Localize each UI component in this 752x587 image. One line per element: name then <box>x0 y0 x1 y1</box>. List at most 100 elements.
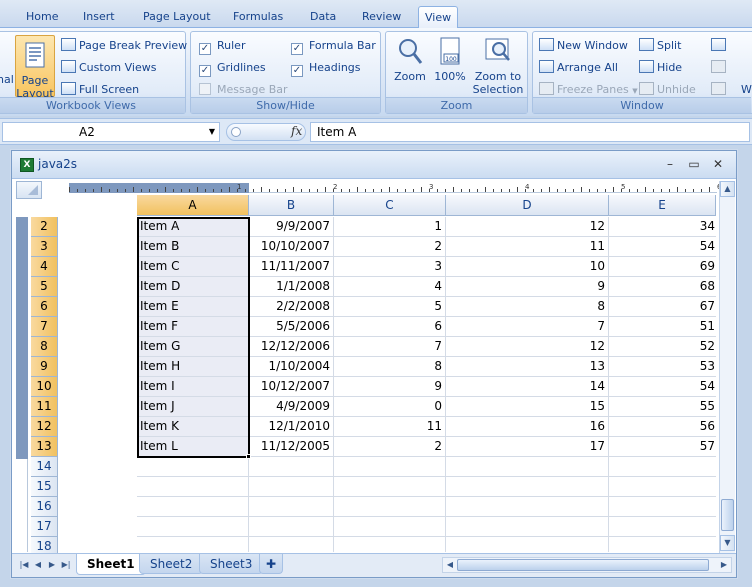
cell-b16[interactable] <box>249 497 334 517</box>
scroll-down-icon[interactable]: ▼ <box>720 535 735 551</box>
scroll-up-icon[interactable]: ▲ <box>720 181 735 197</box>
row-header-16[interactable]: 16 <box>31 497 58 517</box>
page-break-preview-button[interactable]: Page Break Preview <box>61 36 187 56</box>
cell-d9[interactable]: 13 <box>446 357 609 377</box>
cell-b12[interactable]: 12/1/2010 <box>249 417 334 437</box>
gridlines-checkbox[interactable]: ✓ Gridlines <box>199 58 266 78</box>
cell-e17[interactable] <box>609 517 716 537</box>
cell-c17[interactable] <box>334 517 446 537</box>
cell-e18[interactable] <box>609 537 716 552</box>
horizontal-scroll-thumb[interactable] <box>457 559 709 571</box>
cell-d5[interactable]: 9 <box>446 277 609 297</box>
cell-e2[interactable]: 34 <box>609 217 716 237</box>
cell-c15[interactable] <box>334 477 446 497</box>
cell-b3[interactable]: 10/10/2007 <box>249 237 334 257</box>
row-header-9[interactable]: 9 <box>31 357 58 377</box>
row-header-6[interactable]: 6 <box>31 297 58 317</box>
cell-d11[interactable]: 15 <box>446 397 609 417</box>
cell-e11[interactable]: 55 <box>609 397 716 417</box>
cell-a17[interactable] <box>137 517 249 537</box>
row-header-14[interactable]: 14 <box>31 457 58 477</box>
arrange-all-button[interactable]: Arrange All <box>539 58 618 78</box>
cell-b2[interactable]: 9/9/2007 <box>249 217 334 237</box>
new-window-button[interactable]: New Window <box>539 36 628 56</box>
cell-b11[interactable]: 4/9/2009 <box>249 397 334 417</box>
view-side-by-side-button[interactable] <box>711 36 729 56</box>
cell-d12[interactable]: 16 <box>446 417 609 437</box>
tab-page-layout[interactable]: Page Layout <box>137 6 217 28</box>
formula-bar-checkbox[interactable]: ✓ Formula Bar <box>291 36 376 56</box>
cell-a16[interactable] <box>137 497 249 517</box>
split-button[interactable]: Split <box>639 36 681 56</box>
cell-e5[interactable]: 68 <box>609 277 716 297</box>
cell-e8[interactable]: 52 <box>609 337 716 357</box>
cell-e3[interactable]: 54 <box>609 237 716 257</box>
cell-d14[interactable] <box>446 457 609 477</box>
next-sheet-icon[interactable]: ▶ <box>46 558 58 572</box>
tab-review[interactable]: Review <box>356 6 407 28</box>
cell-b10[interactable]: 10/12/2007 <box>249 377 334 397</box>
row-header-13[interactable]: 13 <box>31 437 58 457</box>
cell-c3[interactable]: 2 <box>334 237 446 257</box>
cell-c5[interactable]: 4 <box>334 277 446 297</box>
row-header-3[interactable]: 3 <box>31 237 58 257</box>
cell-d7[interactable]: 7 <box>446 317 609 337</box>
cell-c8[interactable]: 7 <box>334 337 446 357</box>
cell-c6[interactable]: 5 <box>334 297 446 317</box>
cell-e6[interactable]: 67 <box>609 297 716 317</box>
cell-e10[interactable]: 54 <box>609 377 716 397</box>
cell-a10[interactable]: Item I <box>137 377 249 397</box>
cell-d13[interactable]: 17 <box>446 437 609 457</box>
cell-c14[interactable] <box>334 457 446 477</box>
row-header-7[interactable]: 7 <box>31 317 58 337</box>
hide-button[interactable]: Hide <box>639 58 682 78</box>
column-header-c[interactable]: C <box>334 195 446 216</box>
cell-a18[interactable] <box>137 537 249 552</box>
sheet-tab-sheet3[interactable]: Sheet3 <box>199 554 264 574</box>
row-header-10[interactable]: 10 <box>31 377 58 397</box>
row-header-15[interactable]: 15 <box>31 477 58 497</box>
prev-sheet-icon[interactable]: ◀ <box>32 558 44 572</box>
cell-a4[interactable]: Item C <box>137 257 249 277</box>
formula-input[interactable]: Item A <box>310 122 750 142</box>
cell-d18[interactable] <box>446 537 609 552</box>
cell-d16[interactable] <box>446 497 609 517</box>
cell-d17[interactable] <box>446 517 609 537</box>
row-header-4[interactable]: 4 <box>31 257 58 277</box>
minimize-button[interactable]: – <box>662 156 678 172</box>
cell-c12[interactable]: 11 <box>334 417 446 437</box>
cell-b9[interactable]: 1/10/2004 <box>249 357 334 377</box>
row-header-5[interactable]: 5 <box>31 277 58 297</box>
cell-a15[interactable] <box>137 477 249 497</box>
cell-b8[interactable]: 12/12/2006 <box>249 337 334 357</box>
cell-e14[interactable] <box>609 457 716 477</box>
cell-a3[interactable]: Item B <box>137 237 249 257</box>
cell-b4[interactable]: 11/11/2007 <box>249 257 334 277</box>
column-header-d[interactable]: D <box>446 195 609 216</box>
cell-b14[interactable] <box>249 457 334 477</box>
name-box-dropdown-icon[interactable]: ▼ <box>209 123 215 141</box>
cell-c13[interactable]: 2 <box>334 437 446 457</box>
cell-d4[interactable]: 10 <box>446 257 609 277</box>
cell-c18[interactable] <box>334 537 446 552</box>
page-layout-button[interactable]: Page Layout <box>15 35 55 100</box>
select-all-button[interactable] <box>16 181 42 199</box>
cell-a12[interactable]: Item K <box>137 417 249 437</box>
cell-c9[interactable]: 8 <box>334 357 446 377</box>
cell-a5[interactable]: Item D <box>137 277 249 297</box>
cell-d2[interactable]: 12 <box>446 217 609 237</box>
cell-c16[interactable] <box>334 497 446 517</box>
zoom-to-selection-button[interactable]: Zoom to Selection <box>472 36 524 96</box>
cell-a2[interactable]: Item A <box>137 217 249 237</box>
cell-a8[interactable]: Item G <box>137 337 249 357</box>
horizontal-scrollbar[interactable]: ◀ ▶ <box>442 557 732 573</box>
row-header-11[interactable]: 11 <box>31 397 58 417</box>
name-box[interactable]: A2 ▼ <box>2 122 220 142</box>
column-header-a[interactable]: A <box>137 195 249 216</box>
custom-views-button[interactable]: Custom Views <box>61 58 156 78</box>
tab-home[interactable]: Home <box>20 6 64 28</box>
cell-b7[interactable]: 5/5/2006 <box>249 317 334 337</box>
ruler-checkbox[interactable]: ✓ Ruler <box>199 36 245 56</box>
insert-sheet-button[interactable]: ✚ <box>259 554 284 574</box>
cell-a13[interactable]: Item L <box>137 437 249 457</box>
